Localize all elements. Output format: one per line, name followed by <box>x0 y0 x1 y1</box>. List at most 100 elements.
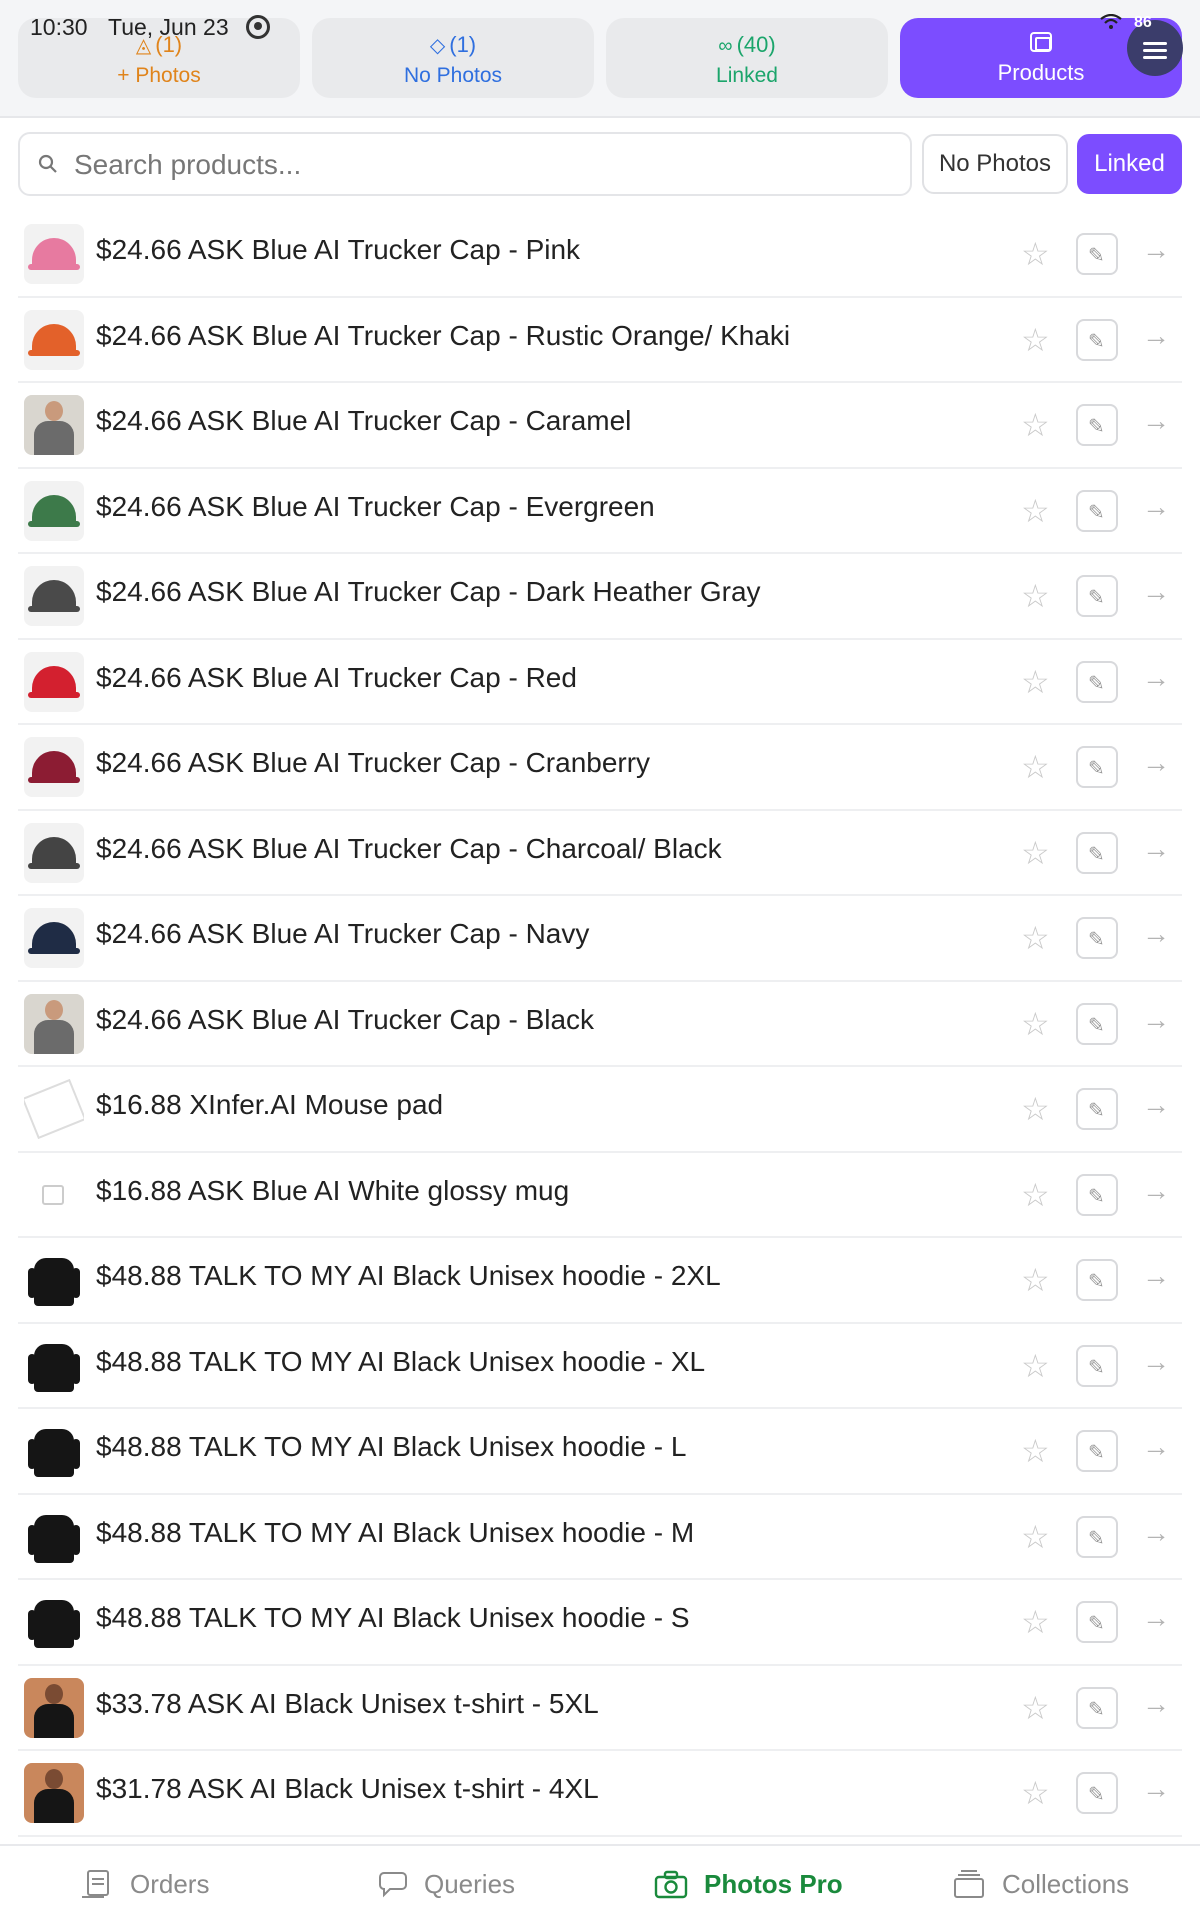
arrow-right-icon[interactable]: → <box>1142 405 1170 437</box>
filter-no-photos-button[interactable]: No Photos <box>922 134 1068 194</box>
star-icon[interactable]: ☆ <box>1021 322 1050 358</box>
product-row[interactable]: $24.66 ASK Blue AI Trucker Cap - Cranber… <box>18 725 1182 811</box>
product-row[interactable]: $31.78 ASK AI Black Unisex t-shirt - 4XL… <box>18 1751 1182 1837</box>
edit-button[interactable]: ✎ <box>1076 1173 1118 1216</box>
arrow-right-icon[interactable]: → <box>1142 1175 1170 1207</box>
nav-orders[interactable]: Orders <box>80 1846 209 1920</box>
star-icon[interactable]: ☆ <box>1021 1262 1050 1298</box>
star-icon[interactable]: ☆ <box>1021 236 1050 272</box>
arrow-right-icon[interactable]: → <box>1142 662 1170 694</box>
star-icon[interactable]: ☆ <box>1021 1006 1050 1042</box>
edit-button[interactable]: ✎ <box>1076 1772 1118 1814</box>
product-thumbnail <box>24 309 84 370</box>
link-icon: ∞ <box>718 35 733 57</box>
product-title: $48.88 TALK TO MY AI Black Unisex hoodie… <box>96 1345 706 1377</box>
edit-button[interactable]: ✎ <box>1076 831 1118 874</box>
star-icon[interactable]: ☆ <box>1021 664 1050 700</box>
chat-bubbles-icon <box>379 1872 407 1898</box>
wifi-icon <box>1100 14 1122 29</box>
star-icon[interactable]: ☆ <box>1021 1775 1050 1811</box>
edit-button[interactable]: ✎ <box>1076 1686 1118 1729</box>
product-row[interactable]: $24.66 ASK Blue AI Trucker Cap - Black ☆ ✎… <box>18 982 1182 1067</box>
edit-button[interactable]: ✎ <box>1076 318 1118 361</box>
edit-button[interactable]: ✎ <box>1076 1002 1118 1045</box>
product-row[interactable]: $24.66 ASK Blue AI Trucker Cap - Rustic … <box>18 298 1182 383</box>
arrow-right-icon[interactable]: → <box>1142 1431 1170 1463</box>
product-row[interactable]: $24.66 ASK Blue AI Trucker Cap - Pink ☆ ✎ → <box>18 212 1182 298</box>
nav-label: Photos Pro <box>704 1868 843 1899</box>
product-row[interactable]: $24.66 ASK Blue AI Trucker Cap - Navy ☆ ✎ → <box>18 896 1182 982</box>
arrow-right-icon[interactable]: → <box>1142 491 1170 523</box>
arrow-right-icon[interactable]: → <box>1142 1089 1170 1121</box>
product-row[interactable]: $48.88 TALK TO MY AI Black Unisex hoodie… <box>18 1324 1182 1409</box>
tab-no-photos[interactable]: ◇ (1) No Photos <box>312 18 594 98</box>
arrow-right-icon[interactable]: → <box>1142 833 1170 865</box>
edit-button[interactable]: ✎ <box>1076 1259 1118 1301</box>
edit-button[interactable]: ✎ <box>1076 660 1118 703</box>
arrow-right-icon[interactable]: → <box>1142 747 1170 779</box>
arrow-right-icon[interactable]: → <box>1142 1688 1170 1720</box>
edit-button[interactable]: ✎ <box>1076 1344 1118 1387</box>
edit-button[interactable]: ✎ <box>1076 1088 1118 1130</box>
product-row[interactable]: $16.88 XInfer.AI Mouse pad ☆ ✎ → <box>18 1067 1182 1153</box>
product-row[interactable]: $24.66 ASK Blue AI Trucker Cap - Caramel… <box>18 383 1182 469</box>
tab-linked[interactable]: ∞ (40) Linked <box>606 18 888 98</box>
product-title: $33.78 ASK AI Black Unisex t-shirt - 5XL <box>96 1687 599 1719</box>
star-icon[interactable]: ☆ <box>1021 835 1050 871</box>
edit-button[interactable]: ✎ <box>1076 575 1118 617</box>
arrow-right-icon[interactable]: → <box>1142 1004 1170 1036</box>
product-thumbnail <box>24 1079 84 1139</box>
edit-button[interactable]: ✎ <box>1076 746 1118 788</box>
filter-linked-button[interactable]: Linked <box>1077 134 1182 194</box>
product-row[interactable]: $16.88 ASK Blue AI White glossy mug ☆ ✎ → <box>18 1153 1182 1238</box>
arrow-right-icon[interactable]: → <box>1142 1602 1170 1634</box>
nav-collections[interactable]: Collections <box>952 1846 1129 1920</box>
product-row[interactable]: $48.88 TALK TO MY AI Black Unisex hoodie… <box>18 1409 1182 1495</box>
bottom-nav: Orders Queries Photos Pro Collections <box>0 1844 1200 1920</box>
search-input[interactable] <box>74 142 894 188</box>
product-row[interactable]: $24.66 ASK Blue AI Trucker Cap - Evergre… <box>18 469 1182 554</box>
star-icon[interactable]: ☆ <box>1021 1177 1050 1213</box>
product-row[interactable]: $33.78 ASK AI Black Unisex t-shirt - 5XL… <box>18 1666 1182 1751</box>
star-icon[interactable]: ☆ <box>1021 1519 1050 1555</box>
arrow-right-icon[interactable]: → <box>1142 234 1170 266</box>
star-icon[interactable]: ☆ <box>1021 1433 1050 1469</box>
edit-button[interactable]: ✎ <box>1076 1430 1118 1472</box>
nav-photos-pro[interactable]: Photos Pro <box>654 1846 843 1920</box>
nav-queries[interactable]: Queries <box>374 1846 515 1920</box>
arrow-right-icon[interactable]: → <box>1142 918 1170 950</box>
product-row[interactable]: $24.66 ASK Blue AI Trucker Cap - Red ☆ ✎ → <box>18 640 1182 725</box>
star-icon[interactable]: ☆ <box>1021 578 1050 614</box>
product-row[interactable]: $24.66 ASK Blue AI Trucker Cap - Dark He… <box>18 554 1182 640</box>
edit-button[interactable]: ✎ <box>1076 404 1118 446</box>
product-thumbnail <box>24 395 84 455</box>
arrow-right-icon[interactable]: → <box>1142 1517 1170 1549</box>
star-icon[interactable]: ☆ <box>1021 1604 1050 1640</box>
tab-count: (1) <box>449 32 477 57</box>
edit-button[interactable]: ✎ <box>1076 1515 1118 1558</box>
pencil-icon: ✎ <box>1088 1356 1105 1379</box>
pencil-icon: ✎ <box>1088 1442 1105 1464</box>
arrow-right-icon[interactable]: → <box>1142 1260 1170 1292</box>
star-icon[interactable]: ☆ <box>1021 407 1050 443</box>
arrow-right-icon[interactable]: → <box>1142 1346 1170 1378</box>
product-row[interactable]: $48.88 TALK TO MY AI Black Unisex hoodie… <box>18 1580 1182 1666</box>
star-icon[interactable]: ☆ <box>1021 1348 1050 1384</box>
star-icon[interactable]: ☆ <box>1021 1690 1050 1726</box>
edit-button[interactable]: ✎ <box>1076 233 1118 275</box>
arrow-right-icon[interactable]: → <box>1142 320 1170 352</box>
edit-button[interactable]: ✎ <box>1076 489 1118 532</box>
star-icon[interactable]: ☆ <box>1021 920 1050 956</box>
star-icon[interactable]: ☆ <box>1021 493 1050 529</box>
product-row[interactable]: $48.88 TALK TO MY AI Black Unisex hoodie… <box>18 1238 1182 1324</box>
arrow-right-icon[interactable]: → <box>1142 576 1170 608</box>
edit-button[interactable]: ✎ <box>1076 1601 1118 1643</box>
edit-button[interactable]: ✎ <box>1076 917 1118 959</box>
star-icon[interactable]: ☆ <box>1021 749 1050 785</box>
arrow-right-icon[interactable]: → <box>1142 1773 1170 1805</box>
status-date: Tue, Jun 23 <box>108 14 229 40</box>
star-icon[interactable]: ☆ <box>1021 1091 1050 1127</box>
product-row[interactable]: $48.88 TALK TO MY AI Black Unisex hoodie… <box>18 1495 1182 1580</box>
product-row[interactable]: $24.66 ASK Blue AI Trucker Cap - Charcoa… <box>18 811 1182 896</box>
product-thumbnail <box>24 822 84 883</box>
